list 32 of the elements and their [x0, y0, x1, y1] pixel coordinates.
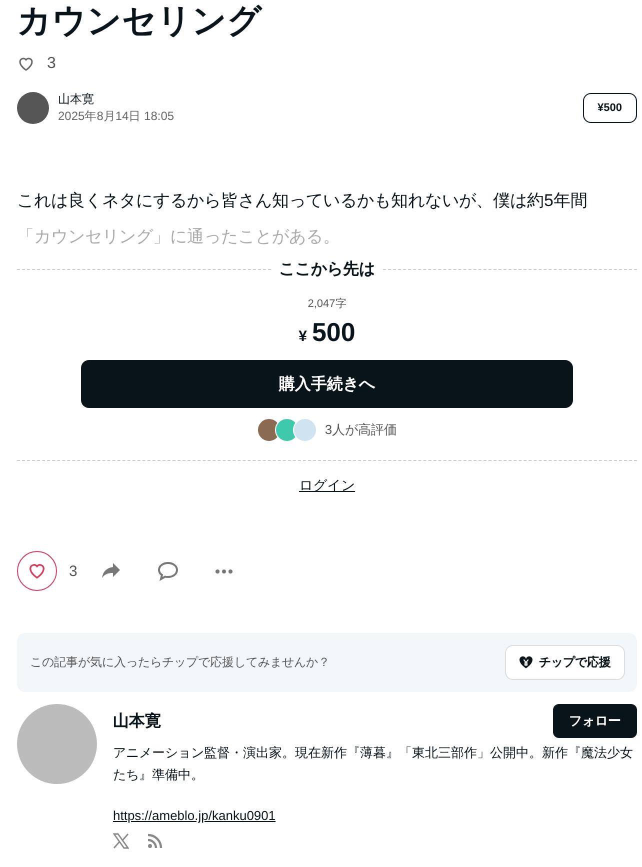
login-link[interactable]: ログイン — [299, 477, 355, 495]
more-icon[interactable] — [215, 568, 234, 574]
rater-avatar — [292, 418, 317, 442]
like-button[interactable] — [17, 551, 57, 591]
heart-yen-icon — [519, 656, 533, 669]
rating-text: 3人が高評価 — [324, 421, 398, 439]
comment-icon[interactable] — [157, 561, 180, 581]
rss-icon[interactable] — [147, 833, 163, 849]
follow-button[interactable]: フォロー — [553, 704, 637, 738]
like-count: 3 — [47, 55, 56, 73]
profile-bio: アニメーション監督・演出家。現在新作『薄暮』「東北三部作」公開中。新作『魔法少女たち』準備中。 — [113, 744, 634, 784]
tip-button[interactable]: チップで応援 — [505, 645, 625, 680]
heart-icon — [27, 561, 47, 581]
post-date: 2025年8月14日 18:05 — [58, 108, 176, 125]
profile-link[interactable]: https://ameblo.jp/kanku0901 — [113, 808, 637, 823]
purchase-button[interactable]: 購入手続きへ — [81, 360, 573, 408]
profile-name[interactable]: 山本寛 — [113, 710, 161, 732]
currency-sign: ¥ — [298, 328, 307, 345]
body-text: これは良くネタにするから皆さん知っているかも知れないが、僕は約5年間 — [17, 190, 588, 212]
tip-prompt: この記事が気に入ったらチップで応援してみませんか？ — [30, 654, 330, 671]
character-count: 2,047字 — [308, 296, 346, 311]
paywall-heading: ここから先は — [279, 260, 375, 280]
faded-text: 「カウンセリング」に通ったことがある。 — [17, 226, 341, 248]
price: 500 — [312, 317, 356, 348]
x-logo-icon[interactable] — [113, 833, 129, 849]
like-count: 3 — [69, 562, 78, 580]
article-title: カウンセリング — [17, 1, 264, 42]
share-icon[interactable] — [101, 562, 122, 580]
author-avatar[interactable] — [17, 92, 49, 124]
heart-icon — [17, 55, 35, 73]
price-badge: ¥500 — [582, 93, 637, 123]
author-name[interactable]: 山本寛 — [58, 91, 574, 108]
